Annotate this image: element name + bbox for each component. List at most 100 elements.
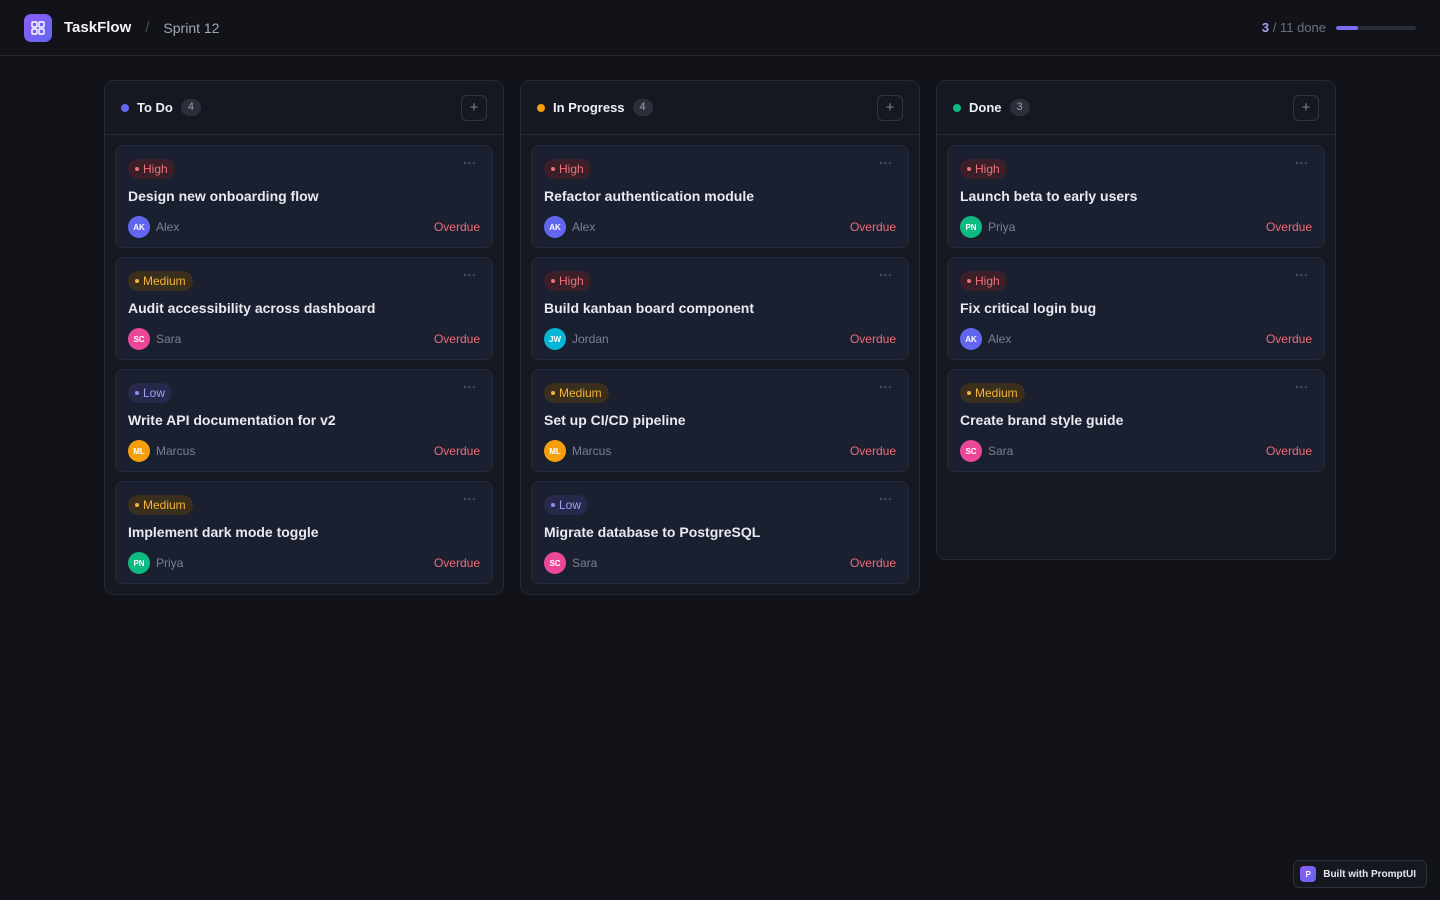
avatar[interactable]: PN xyxy=(128,552,150,574)
task-card[interactable]: Medium ··· Create brand style guide SC Sara O… xyxy=(947,369,1325,472)
priority-label: High xyxy=(559,274,584,288)
more-horizontal-icon[interactable]: ··· xyxy=(463,380,476,396)
priority-dot-icon xyxy=(967,167,971,171)
avatar[interactable]: ML xyxy=(544,440,566,462)
priority-dot-icon xyxy=(135,391,139,395)
avatar[interactable]: SC xyxy=(128,328,150,350)
card-footer: JW Jordan Overdue xyxy=(544,328,896,350)
assignee-name: Sara xyxy=(572,556,598,570)
due-status: Overdue xyxy=(849,220,896,234)
task-title: Audit accessibility across dashboard xyxy=(128,300,376,316)
priority-tag: High xyxy=(960,271,1007,291)
more-horizontal-icon[interactable]: ··· xyxy=(1295,380,1308,396)
priority-tag: High xyxy=(128,159,175,179)
task-card[interactable]: High ··· Fix critical login bug AK Alex Overd… xyxy=(947,257,1325,360)
column-status-dot xyxy=(537,103,545,112)
card-footer: AK Alex Overdue xyxy=(544,216,896,238)
column-done: Done 3 + High ··· Launch beta to early users P… xyxy=(936,80,1336,560)
priority-label: High xyxy=(559,162,584,176)
assignee-name: Sara xyxy=(156,332,182,346)
progress-total-label: / 11 done xyxy=(1269,20,1326,35)
assignee-name: Priya xyxy=(988,220,1016,234)
task-card[interactable]: Medium ··· Implement dark mode toggle PN Pri… xyxy=(115,481,493,584)
task-title: Write API documentation for v2 xyxy=(128,412,336,428)
breadcrumb-sprint[interactable]: Sprint 12 xyxy=(163,20,219,36)
assignee-name: Marcus xyxy=(156,444,196,458)
assignee-name: Alex xyxy=(156,220,180,234)
task-title: Launch beta to early users xyxy=(960,188,1138,204)
column-header: Done 3 + xyxy=(937,81,1335,135)
app-name[interactable]: TaskFlow xyxy=(64,19,131,36)
task-card[interactable]: High ··· Build kanban board component JW Jor… xyxy=(531,257,909,360)
task-card[interactable]: Low ··· Migrate database to PostgreSQL SC Sa… xyxy=(531,481,909,584)
more-horizontal-icon[interactable]: ··· xyxy=(463,156,476,172)
due-status: Overdue xyxy=(1265,220,1312,234)
task-card[interactable]: Medium ··· Audit accessibility across dash… xyxy=(115,257,493,360)
column-title: In Progress xyxy=(553,100,625,115)
card-footer: AK Alex Overdue xyxy=(960,328,1312,350)
column-count-badge: 4 xyxy=(180,99,201,116)
add-card-button[interactable]: + xyxy=(877,94,903,121)
task-title: Migrate database to PostgreSQL xyxy=(544,524,761,540)
more-horizontal-icon[interactable]: ··· xyxy=(1295,156,1308,172)
due-status: Overdue xyxy=(849,556,896,570)
avatar[interactable]: JW xyxy=(544,328,566,350)
avatar[interactable]: AK xyxy=(128,216,150,238)
add-card-button[interactable]: + xyxy=(1293,94,1319,121)
column-in-progress: In Progress 4 + High ··· Refactor authenticat… xyxy=(520,80,920,595)
task-title: Fix critical login bug xyxy=(960,300,1097,316)
more-horizontal-icon[interactable]: ··· xyxy=(879,380,892,396)
more-horizontal-icon[interactable]: ··· xyxy=(463,492,476,508)
priority-label: Medium xyxy=(143,274,186,288)
due-status: Overdue xyxy=(433,556,480,570)
task-card[interactable]: High ··· Refactor authentication module AK A… xyxy=(531,145,909,248)
assignee-name: Jordan xyxy=(572,332,609,346)
more-horizontal-icon[interactable]: ··· xyxy=(463,268,476,284)
priority-dot-icon xyxy=(135,167,139,171)
task-title: Set up CI/CD pipeline xyxy=(544,412,686,428)
due-status: Overdue xyxy=(433,220,480,234)
avatar[interactable]: SC xyxy=(544,552,566,574)
priority-tag: Low xyxy=(544,495,589,515)
card-footer: PN Priya Overdue xyxy=(128,552,480,574)
add-card-button[interactable]: + xyxy=(461,94,487,121)
plus-icon: + xyxy=(1301,99,1311,116)
progress-bar xyxy=(1336,25,1416,30)
priority-dot-icon xyxy=(551,279,555,283)
task-title: Build kanban board component xyxy=(544,300,755,316)
assignee-name: Priya xyxy=(156,556,184,570)
priority-dot-icon xyxy=(551,391,555,395)
task-title: Create brand style guide xyxy=(960,412,1124,428)
priority-dot-icon xyxy=(551,503,555,507)
priority-label: High xyxy=(975,274,1000,288)
sprint-progress: 3 / 11 done xyxy=(1262,20,1416,35)
priority-dot-icon xyxy=(967,391,971,395)
avatar[interactable]: PN xyxy=(960,216,982,238)
built-with-badge[interactable]: P Built with PromptUI xyxy=(1293,860,1427,888)
more-horizontal-icon[interactable]: ··· xyxy=(879,492,892,508)
task-card[interactable]: Low ··· Write API documentation for v2 ML Ma… xyxy=(115,369,493,472)
more-horizontal-icon[interactable]: ··· xyxy=(879,156,892,172)
priority-dot-icon xyxy=(135,279,139,283)
avatar[interactable]: ML xyxy=(128,440,150,462)
task-card[interactable]: High ··· Launch beta to early users PN Priya… xyxy=(947,145,1325,248)
grid-icon[interactable] xyxy=(24,13,52,42)
priority-dot-icon xyxy=(551,167,555,171)
avatar[interactable]: AK xyxy=(960,328,982,350)
priority-label: Medium xyxy=(143,498,186,512)
avatar[interactable]: SC xyxy=(960,440,982,462)
avatar[interactable]: AK xyxy=(544,216,566,238)
more-horizontal-icon[interactable]: ··· xyxy=(879,268,892,284)
more-horizontal-icon[interactable]: ··· xyxy=(1295,268,1308,284)
task-card[interactable]: Medium ··· Set up CI/CD pipeline ML Marcus Ov… xyxy=(531,369,909,472)
column-status-dot xyxy=(121,103,129,112)
priority-tag: Medium xyxy=(128,495,193,515)
priority-label: Low xyxy=(143,386,166,400)
progress-bar-fill xyxy=(1336,25,1358,30)
column-count-badge: 4 xyxy=(632,99,653,116)
column-title: Done xyxy=(969,100,1002,115)
task-card[interactable]: High ··· Design new onboarding flow AK Alex O… xyxy=(115,145,493,248)
card-footer: SC Sara Overdue xyxy=(544,552,896,574)
task-title: Implement dark mode toggle xyxy=(128,524,319,540)
plus-icon: + xyxy=(885,99,895,116)
